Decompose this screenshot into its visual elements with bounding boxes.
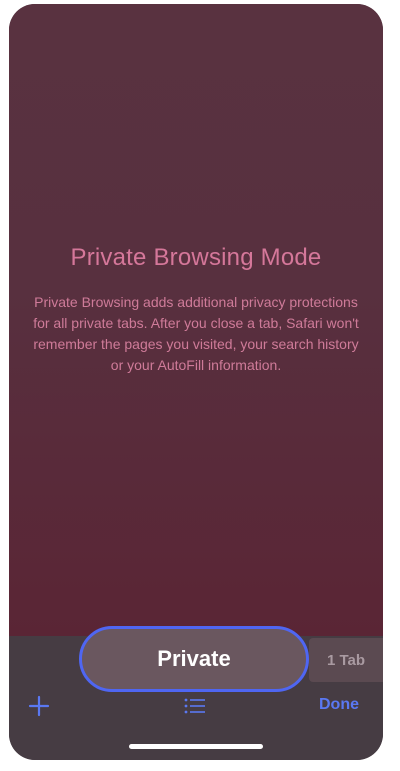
private-browsing-title: Private Browsing Mode xyxy=(70,244,322,271)
tab-count-label: 1 Tab xyxy=(326,651,366,669)
phone-screen: Private Browsing Mode Private Browsing a… xyxy=(9,4,383,760)
private-browsing-screen: Private Browsing Mode Private Browsing a… xyxy=(9,4,383,636)
home-indicator[interactable] xyxy=(129,744,263,749)
private-tab-group-label: Private xyxy=(157,646,231,671)
private-tab-group-button[interactable]: Private xyxy=(79,626,309,692)
plus-icon xyxy=(28,695,50,717)
private-browsing-description: Private Browsing adds additional privacy… xyxy=(33,294,359,373)
done-button[interactable]: Done xyxy=(319,696,359,714)
private-browsing-info: Private Browsing Mode Private Browsing a… xyxy=(9,244,383,376)
new-tab-button[interactable] xyxy=(27,694,51,718)
tab-groups-list-button[interactable] xyxy=(183,696,207,716)
list-icon xyxy=(184,698,205,714)
tab-count-button[interactable]: 1 Tab xyxy=(309,638,383,682)
